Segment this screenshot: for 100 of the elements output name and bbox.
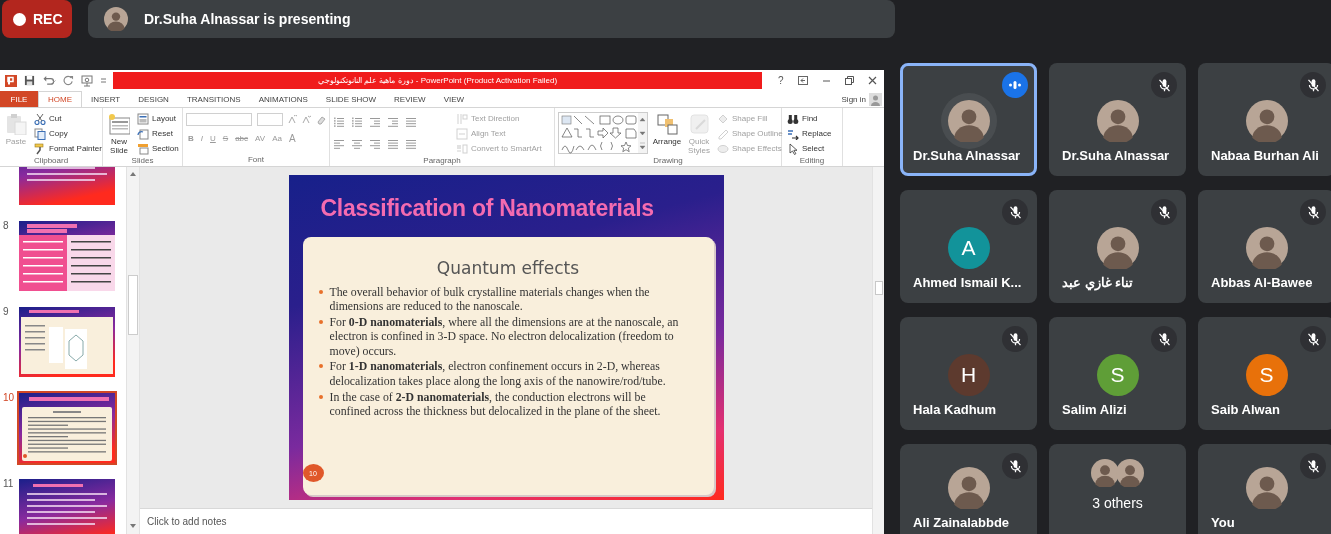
avatar-icon [1116,459,1144,487]
ribbon-tab[interactable]: HOME [38,91,82,107]
save-icon[interactable] [24,75,35,86]
ribbon-tab[interactable]: ANIMATIONS [249,91,317,107]
sign-in-link[interactable]: Sign in [841,94,866,104]
mic-off-icon [1007,458,1023,474]
slide-thumbnail[interactable] [17,477,117,534]
mic-off-icon [1305,204,1321,220]
scissors-icon [34,112,46,125]
ribbon-button[interactable]: New Slide [106,111,132,155]
participant-tile[interactable]: A Ahmed Ismail K... [900,190,1037,303]
text-direction-icon [456,112,468,125]
participant-name: Ali Zainalabbde [913,515,1011,531]
ribbon-button[interactable]: Find [785,111,834,126]
group-label: Slides [130,156,155,166]
participant-name: Hala Kadhum [913,402,998,418]
powerpoint-logo-icon[interactable] [5,74,17,87]
group-label: Editing [798,156,826,166]
user-icon[interactable] [869,92,882,106]
slide-title: Classification of Nanomaterials [319,194,655,223]
slide-preview-icon [19,393,115,463]
ribbon-display-icon[interactable] [797,76,808,85]
participant-name: Ahmed Ismail K... [913,275,1023,291]
record-button[interactable]: REC [2,0,72,38]
participant-name: Nabaa Burhan Ali [1211,148,1320,164]
ribbon-button[interactable]: Select [785,141,834,156]
align-left-icon [333,137,345,150]
arrange-icon [656,113,678,135]
scroll-up-icon[interactable] [129,170,137,178]
slide-heading: Quantum effects [435,257,581,279]
close-icon[interactable] [867,76,877,85]
scrollbar[interactable] [126,167,140,534]
participant-name: Abbas Al-Bawee [1211,275,1314,291]
increase-font-size-icon[interactable] [288,115,297,124]
participant-tile[interactable]: S Saib Alwan [1198,317,1331,430]
paintbrush-icon [34,142,46,155]
participant-tile[interactable]: Dr.Suha Alnassar [900,63,1037,176]
presenter-icon[interactable] [81,74,93,87]
font-size-field[interactable] [257,113,283,126]
replace-icon [787,127,799,140]
decrease-font-size-icon[interactable] [302,115,311,124]
ribbon-tab[interactable]: DESIGN [129,91,178,107]
ribbon-tab[interactable]: FILE [0,91,38,107]
slide-number: 8 [2,221,10,231]
participant-tile[interactable]: S Salim Alizi [1049,317,1186,430]
cursor-icon [787,142,799,155]
slide-thumbnail[interactable] [17,305,117,379]
ribbon-button[interactable]: Layout [135,111,181,126]
ribbon-tab[interactable]: REVIEW [385,91,435,107]
ribbon-button[interactable]: Copy [32,126,104,141]
group-label: Paragraph [422,156,462,166]
scroll-down-icon[interactable] [129,522,137,530]
font-name-field[interactable] [186,113,252,126]
scrollbar[interactable] [872,167,884,534]
avatar-icon [1096,227,1139,269]
ribbon-tab[interactable]: SLIDE SHOW [316,91,386,107]
avatar-initial: S [1245,354,1288,396]
audio-bars-icon [1008,80,1022,90]
participant-tile[interactable]: H Hala Kadhum [900,317,1037,430]
participant-tile[interactable]: Ali Zainalabbde [900,444,1037,534]
ribbon-button[interactable]: Section [135,141,181,156]
restore-icon[interactable] [844,76,854,85]
notes-field[interactable]: Click to add notes [140,508,872,534]
ribbon-tab[interactable]: VIEW [434,91,474,107]
help-button[interactable]: ? [778,75,784,86]
customize-icon[interactable] [100,76,107,85]
mic-off-icon [1156,331,1172,347]
participant-tile[interactable]: 3 others [1049,444,1186,534]
slide-number: 11 [2,479,15,489]
avatar-icon [1245,467,1288,509]
slide-thumbnail[interactable] [17,391,117,465]
slide-number: 9 [2,307,10,317]
scrollbar-thumb[interactable] [128,275,138,335]
ribbon-button[interactable]: Cut [32,111,104,126]
ribbon-tab[interactable]: INSERT [82,91,130,107]
ribbon-button[interactable]: Arrange [651,111,683,155]
eraser-icon[interactable] [316,114,326,125]
participant-tile[interactable]: You [1198,444,1331,534]
ribbon-button[interactable]: Reset [135,126,181,141]
scrollbar-thumb[interactable] [874,281,883,295]
ribbon-button[interactable]: Replace [785,126,834,141]
slide-thumbnail[interactable] [17,219,117,293]
group-label: Font [247,155,265,166]
avatar-icon [947,467,990,509]
participant-tile[interactable]: Abbas Al-Bawee [1198,190,1331,303]
mic-off-icon [1007,331,1023,347]
mic-off-icon [1305,458,1321,474]
redo-icon[interactable] [63,75,74,86]
participant-tile[interactable]: Nabaa Burhan Ali [1198,63,1331,176]
decrease-indent-icon [369,115,381,128]
participant-tile[interactable]: تناء غازي عبد [1049,190,1186,303]
slide-number: 10 [2,393,16,403]
shapes-gallery[interactable] [558,112,648,154]
participant-tile[interactable]: Dr.Suha Alnassar [1049,63,1186,176]
align-right-icon [369,137,381,150]
undo-icon[interactable] [42,75,56,86]
avatar-icon [1091,459,1119,487]
ribbon-tab[interactable]: TRANSITIONS [177,91,250,107]
participant-name: Salim Alizi [1062,402,1128,418]
ribbon-button[interactable]: Format Painter [32,141,104,156]
